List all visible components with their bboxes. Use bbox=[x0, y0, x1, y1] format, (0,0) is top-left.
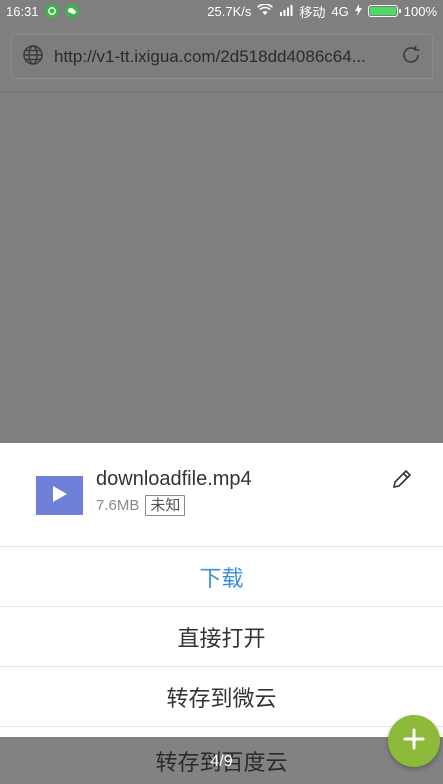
status-right: 25.7K/s 移动 4G 100% bbox=[207, 2, 437, 21]
address-bar-area: http://v1-tt.ixigua.com/2d518dd4086c64..… bbox=[0, 22, 443, 92]
edit-filename-button[interactable] bbox=[390, 467, 414, 491]
battery-icon bbox=[367, 5, 401, 17]
network-type: 4G bbox=[331, 3, 349, 19]
alarm-app-icon bbox=[44, 4, 59, 18]
plus-icon bbox=[403, 728, 425, 754]
globe-icon bbox=[22, 44, 44, 70]
file-type-tag: 未知 bbox=[145, 495, 186, 516]
status-left: 16:31 bbox=[6, 4, 79, 19]
play-icon bbox=[52, 485, 68, 507]
status-time: 16:31 bbox=[6, 3, 39, 19]
charging-icon bbox=[354, 3, 362, 19]
video-file-thumbnail bbox=[36, 476, 83, 515]
page-indicator: 4/9 bbox=[210, 753, 233, 770]
file-size: 7.6MB bbox=[96, 497, 140, 514]
file-meta: 7.6MB 未知 bbox=[96, 495, 186, 516]
signal-icon bbox=[279, 4, 293, 19]
add-fab-button[interactable] bbox=[388, 715, 440, 767]
battery-fill bbox=[369, 7, 396, 15]
pencil-icon bbox=[390, 469, 414, 495]
network-speed: 25.7K/s bbox=[207, 3, 252, 19]
wechat-icon bbox=[64, 4, 79, 18]
address-bar[interactable]: http://v1-tt.ixigua.com/2d518dd4086c64..… bbox=[11, 34, 433, 79]
wifi-icon bbox=[257, 2, 274, 19]
open-directly-button[interactable]: 直接打开 bbox=[0, 607, 443, 667]
bottom-bar: 转存到百度云 4/9 bbox=[0, 737, 443, 784]
refresh-icon[interactable] bbox=[400, 44, 422, 70]
battery-percent: 100% bbox=[403, 3, 437, 19]
save-to-weiyun-button[interactable]: 转存到微云 bbox=[0, 667, 443, 727]
download-button[interactable]: 下载 bbox=[0, 547, 443, 607]
url-text[interactable]: http://v1-tt.ixigua.com/2d518dd4086c64..… bbox=[54, 47, 400, 67]
status-bar: 16:31 25.7K/s 移动 4G 100% bbox=[0, 0, 443, 22]
dimmed-page-overlay[interactable] bbox=[0, 92, 443, 443]
file-info-header: downloadfile.mp4 7.6MB 未知 bbox=[0, 443, 443, 547]
download-sheet: downloadfile.mp4 7.6MB 未知 下载 直接打开 转存到微云 bbox=[0, 443, 443, 784]
file-name: downloadfile.mp4 bbox=[96, 468, 252, 490]
carrier-label: 移动 bbox=[299, 4, 326, 20]
